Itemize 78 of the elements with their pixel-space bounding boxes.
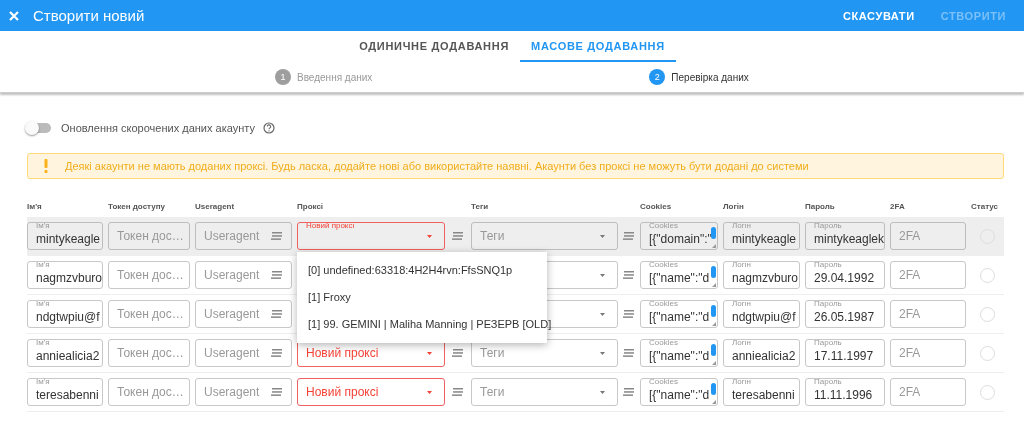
placeholder-text: Useragent [204, 346, 260, 360]
field-value: mintykeagle [36, 231, 101, 246]
placeholder-text: Useragent [204, 229, 260, 243]
field-label: Ім'я [35, 340, 51, 347]
placeholder-text: Теги [480, 385, 505, 399]
field-label: Пароль [813, 379, 843, 386]
step-label: Введення даних [297, 71, 373, 83]
column-header: Токен доступу [108, 201, 166, 211]
field-value: anniealicia2 [36, 348, 100, 363]
field-value: teresabenni [36, 387, 99, 402]
field-label: Логін [731, 223, 752, 230]
window-title: Створити новий [33, 7, 145, 24]
field-label: Логін [731, 340, 752, 347]
placeholder-text: 2FA [899, 229, 921, 243]
field-value: anniealicia2 [732, 348, 796, 363]
column-header: Логін [723, 201, 745, 211]
field-value: 11.11.1996 [814, 387, 873, 402]
field-value: [{"domain":" [649, 231, 712, 246]
step-number: 1 [275, 69, 291, 85]
placeholder-text: 2FA [899, 268, 921, 282]
placeholder-text: Токен дос… [117, 385, 184, 399]
field-value: [{"name":"d [649, 348, 710, 363]
placeholder-text: Новий проксі [306, 346, 379, 360]
column-header: Статус [971, 201, 999, 211]
warning-text: Деякі акаунти не мають доданих проксі. Будь ласка, додайте нові або використайте наявні. Акаунти без проксі не можуть бути додані до системи [65, 160, 809, 172]
placeholder-text: Токен дос… [117, 268, 184, 282]
field-value: mintykeaglek [814, 231, 884, 246]
step-number: 2 [649, 69, 666, 85]
column-header: Теги [471, 201, 490, 211]
step-label: Перевірка даних [671, 71, 749, 83]
placeholder-text: Теги [480, 346, 505, 360]
placeholder-text: 2FA [899, 307, 921, 321]
column-header: 2FA [890, 201, 906, 211]
field-value: nagmzvburo [732, 270, 799, 285]
column-header: Пароль [805, 201, 836, 211]
field-label: Ім'я [35, 223, 51, 230]
placeholder-text: Теги [480, 229, 505, 243]
column-header: Useragent [195, 201, 236, 211]
field-label: Ім'я [35, 262, 51, 269]
field-value: 29.04.1992 [814, 270, 875, 285]
field-label: Пароль [813, 301, 843, 308]
column-header: Cookies [640, 201, 673, 211]
column-header: Ім'я [27, 201, 43, 211]
field-label: Cookies [648, 262, 679, 269]
placeholder-text: Токен дос… [117, 346, 184, 360]
field-value: mintykeagle [732, 231, 797, 246]
field-label: Cookies [648, 340, 679, 347]
placeholder-text: 2FA [899, 385, 921, 399]
field-label: Ім'я [35, 301, 51, 308]
field-label: Логін [731, 301, 752, 308]
field-value: [{"name":"d [649, 270, 710, 285]
column-header: Проксі [297, 201, 325, 211]
placeholder-text: Useragent [204, 268, 260, 282]
field-label: Пароль [813, 223, 843, 230]
field-label: Ім'я [35, 379, 51, 386]
placeholder-text: Токен дос… [117, 307, 184, 321]
field-value: 26.05.1987 [814, 309, 875, 324]
field-label: Пароль [813, 340, 843, 347]
placeholder-text: Useragent [204, 385, 260, 399]
placeholder-text: Useragent [204, 307, 260, 321]
field-label: Пароль [813, 262, 843, 269]
field-value: [{"name":"d [649, 309, 710, 324]
field-label: Новий проксі [305, 222, 356, 230]
field-value: ndgtwpiu@f [36, 309, 100, 324]
field-value: teresabenni [732, 387, 795, 402]
toggle-label: Оновлення скорочених даних акаунту [61, 122, 255, 134]
field-value: 17.11.1997 [814, 348, 874, 363]
field-label: Cookies [648, 301, 679, 308]
placeholder-text: 2FA [899, 346, 921, 360]
field-label: Cookies [648, 223, 679, 230]
placeholder-text: Новий проксі [306, 385, 379, 399]
field-value: [{"name":"d [649, 387, 710, 402]
field-label: Логін [731, 379, 752, 386]
field-label: Логін [731, 262, 752, 269]
field-label: Cookies [648, 379, 679, 386]
field-value: nagmzvburo [36, 270, 102, 285]
placeholder-text: Токен дос… [117, 229, 184, 243]
field-value: ndgtwpiu@f [732, 309, 796, 324]
